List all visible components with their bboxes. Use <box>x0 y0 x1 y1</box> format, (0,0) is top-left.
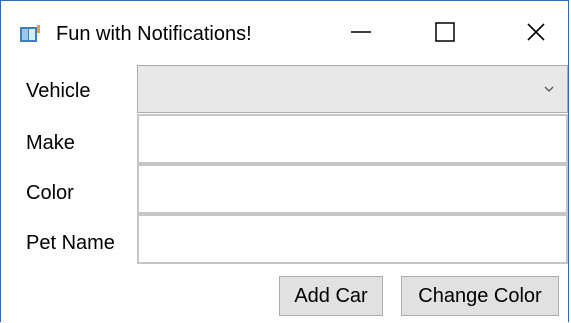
pet-name-label: Pet Name <box>26 232 115 254</box>
window-title: Fun with Notifications! <box>56 23 252 45</box>
close-icon <box>525 21 547 48</box>
form-area: Vehicle Make Color Pet Name Add Car Chan… <box>1 63 568 323</box>
title-bar[interactable]: Fun with Notifications! <box>1 1 568 63</box>
minimize-button[interactable] <box>331 11 391 57</box>
app-window-icon <box>20 25 40 43</box>
make-field[interactable] <box>137 114 568 164</box>
maximize-icon <box>434 21 456 48</box>
pet-name-field[interactable] <box>137 214 568 264</box>
add-car-button[interactable]: Add Car <box>279 276 383 316</box>
make-label: Make <box>26 132 75 154</box>
color-label: Color <box>26 182 74 204</box>
vehicle-label: Vehicle <box>26 80 91 102</box>
vehicle-combobox[interactable] <box>137 65 568 113</box>
close-button[interactable] <box>506 11 566 57</box>
color-field[interactable] <box>137 164 568 214</box>
minimize-icon <box>350 21 372 48</box>
maximize-button[interactable] <box>415 11 475 57</box>
chevron-down-icon[interactable] <box>543 82 555 94</box>
change-color-button[interactable]: Change Color <box>401 276 559 316</box>
app-window: Fun with Notifications! Vehicle Make Col… <box>0 0 569 323</box>
